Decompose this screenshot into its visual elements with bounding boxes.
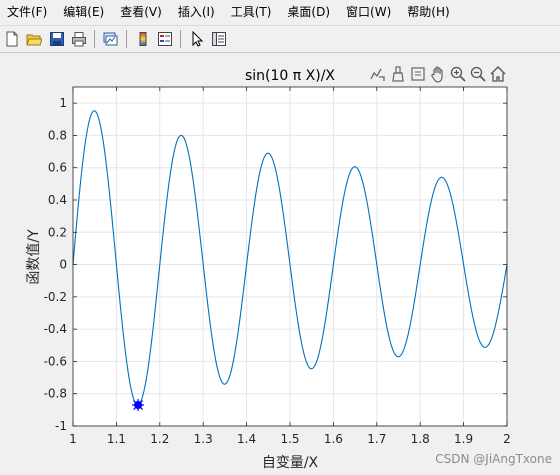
x-tick-label: 1.9 [454,432,473,446]
y-tick-label: -0.8 [44,387,67,401]
home-icon[interactable] [489,65,507,83]
x-tick-label: 1.3 [194,432,213,446]
x-tick-label: 1.6 [324,432,343,446]
pan-icon[interactable] [429,65,447,83]
y-tick-label: 1 [59,96,67,110]
y-axis-label: 函数值/Y [26,229,42,285]
y-tick-label: -0.2 [44,290,67,304]
y-tick-label: 0.2 [48,225,67,239]
zoom-out-icon[interactable] [469,65,487,83]
y-tick-label: -0.4 [44,322,67,336]
x-tick-label: 1.5 [280,432,299,446]
y-tick-label: -0.6 [44,354,67,368]
zoom-in-icon[interactable] [449,65,467,83]
data-tip-icon[interactable] [409,65,427,83]
x-tick-label: 2 [503,432,511,446]
y-tick-label: 0 [59,258,67,272]
x-axis-label: 自变量/X [262,455,319,471]
y-tick-label: -1 [55,419,67,433]
export-icon[interactable] [368,65,386,83]
y-tick-label: 0.4 [48,193,67,207]
brush-icon[interactable] [389,65,407,83]
watermark: CSDN @JiAngTxone [435,452,552,466]
data-marker[interactable] [132,399,145,412]
x-tick-label: 1.7 [367,432,386,446]
x-tick-label: 1.8 [411,432,430,446]
x-tick-label: 1.4 [237,432,256,446]
y-tick-label: 0.6 [48,161,67,175]
x-tick-label: 1.2 [150,432,169,446]
x-tick-label: 1.1 [107,432,126,446]
chart-title: sin(10 π X)/X [245,68,335,84]
y-tick-label: 0.8 [48,128,67,142]
x-tick-label: 1 [69,432,77,446]
